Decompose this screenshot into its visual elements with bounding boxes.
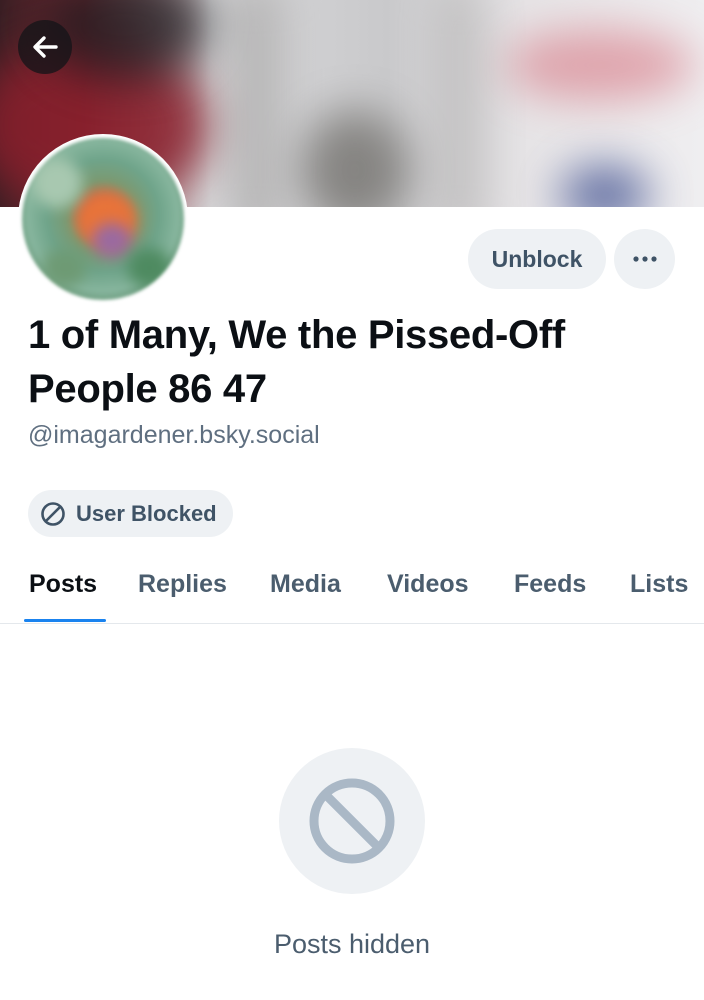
profile-handle: @imagardener.bsky.social xyxy=(28,421,320,449)
profile-page: Unblock 1 of Many, We the Pissed-Off Peo… xyxy=(0,0,704,1000)
back-button[interactable] xyxy=(18,20,72,74)
block-icon xyxy=(309,778,395,864)
banner-blur-shape xyxy=(230,0,280,207)
display-name: 1 of Many, We the Pissed-Off People 86 4… xyxy=(28,313,565,411)
banner-blur-shape xyxy=(560,165,650,207)
ellipsis-icon xyxy=(632,256,657,262)
profile-tabs: Posts Replies Media Videos Feeds Lists xyxy=(0,548,704,624)
tab-videos[interactable]: Videos xyxy=(387,548,469,620)
user-blocked-badge: User Blocked xyxy=(28,490,233,537)
tab-media[interactable]: Media xyxy=(270,548,341,620)
avatar[interactable] xyxy=(18,134,188,304)
block-icon xyxy=(41,501,65,526)
unblock-button[interactable]: Unblock xyxy=(468,229,606,289)
active-tab-indicator xyxy=(24,619,106,622)
unblock-button-label: Unblock xyxy=(491,245,583,272)
posts-hidden-message: Posts hidden xyxy=(273,929,431,959)
avatar-image xyxy=(22,138,184,300)
banner-blur-shape xyxy=(300,110,410,207)
banner-blur-shape xyxy=(440,0,480,207)
posts-hidden-icon-container xyxy=(279,748,425,894)
banner-blur-shape xyxy=(505,30,695,100)
more-options-button[interactable] xyxy=(614,229,675,289)
arrow-left-icon xyxy=(33,36,58,58)
user-blocked-label: User Blocked xyxy=(76,500,217,526)
tab-replies[interactable]: Replies xyxy=(138,548,227,620)
tab-posts[interactable]: Posts xyxy=(29,548,97,620)
tab-feeds[interactable]: Feeds xyxy=(514,548,586,620)
tab-lists[interactable]: Lists xyxy=(630,548,688,620)
